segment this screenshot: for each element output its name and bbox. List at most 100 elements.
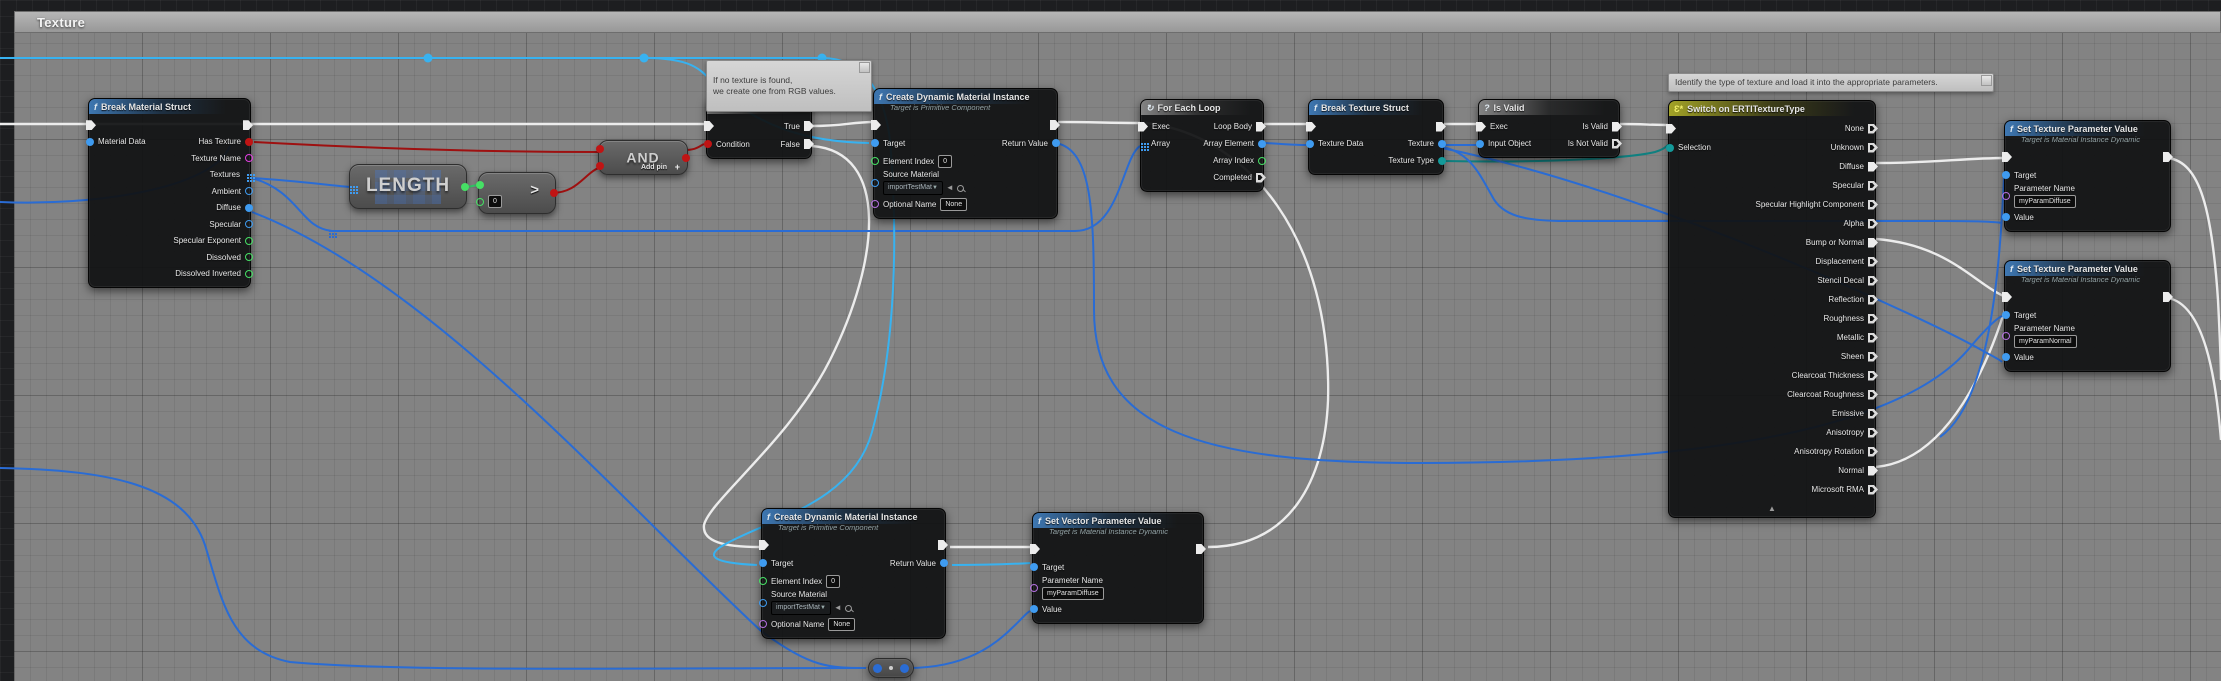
pin-exec-left-0[interactable]	[2000, 288, 2079, 306]
array-pin-icon[interactable]	[350, 186, 352, 188]
node-is-valid[interactable]: ?Is ValidExecInput ObjectIs ValidIs Not …	[1478, 99, 1620, 158]
pin-texture-data[interactable]: Texture Data	[1304, 135, 1365, 152]
comment-resize-handle[interactable]	[1981, 75, 1992, 86]
node-switch-on-ertitexturetype[interactable]: Ɛ*Switch on ERTITextureTypeSelectionNone…	[1668, 100, 1876, 518]
pin-target[interactable]: Target	[757, 554, 857, 572]
exec-pin-icon[interactable]	[1196, 544, 1206, 554]
pin-value[interactable]: Value	[2000, 348, 2079, 366]
exec-pin-icon[interactable]	[1868, 390, 1878, 400]
green-pin-icon[interactable]	[245, 237, 253, 245]
pin-target[interactable]: Target	[1028, 558, 1106, 576]
pin-exec-right-0[interactable]	[2161, 148, 2175, 166]
pin-exec-left-0[interactable]	[2000, 148, 2078, 166]
add-pin-plus-icon[interactable]: +	[675, 162, 680, 172]
node-reroute[interactable]	[868, 658, 914, 678]
red-pin-icon[interactable]	[596, 145, 604, 153]
pin-texture-name[interactable]: Texture Name	[189, 150, 255, 167]
array-pin-icon[interactable]	[1141, 143, 1143, 145]
exec-pin-icon[interactable]	[243, 120, 253, 130]
pin-red-left-1[interactable]	[594, 158, 606, 175]
pin-element-index[interactable]: Element Index0	[869, 152, 969, 170]
green-pin-icon[interactable]	[871, 157, 879, 165]
node-length[interactable]: LENGTH	[349, 164, 467, 209]
node-header[interactable]: fSet Vector Parameter Value	[1033, 513, 1203, 528]
green-pin-icon[interactable]	[476, 198, 484, 206]
blue-pin-icon[interactable]	[2002, 213, 2010, 221]
pin-displacement[interactable]: Displacement	[1814, 252, 1880, 271]
pin-diffuse[interactable]: Diffuse	[1837, 157, 1880, 176]
pin-dissolved[interactable]: Dissolved	[204, 249, 255, 266]
red-pin-icon[interactable]	[550, 189, 558, 197]
array-wire-marker[interactable]	[329, 230, 331, 232]
exec-pin-icon[interactable]	[1868, 257, 1878, 267]
pin-red-right-0[interactable]	[548, 185, 560, 202]
red-pin-icon[interactable]	[704, 140, 712, 148]
collapse-pins-arrow[interactable]: ▲	[1669, 504, 1875, 517]
use-selected-asset-icon[interactable]: ◄	[834, 604, 842, 612]
blue-pin-icon[interactable]	[245, 220, 253, 228]
wire-white[interactable]	[1876, 300, 2008, 467]
pin-selection[interactable]: Selection	[1664, 138, 1713, 157]
node-header[interactable]: fSet Texture Parameter Value	[2005, 261, 2170, 276]
pin-texture[interactable]: Texture	[1406, 135, 1448, 152]
pin-material-data[interactable]: Material Data	[84, 134, 148, 151]
pin-textures[interactable]: Textures	[208, 167, 255, 184]
blue-pin-icon[interactable]	[2002, 353, 2010, 361]
blue-pin-icon[interactable]	[1438, 140, 1446, 148]
blue-pin-icon[interactable]	[1030, 563, 1038, 571]
pin-source-material[interactable]: Source MaterialimportTestMat▼◄	[869, 170, 969, 195]
exec-pin-icon[interactable]	[704, 121, 714, 131]
pin-normal[interactable]: Normal	[1836, 461, 1880, 480]
wire-blue[interactable]	[0, 468, 866, 669]
use-selected-asset-icon[interactable]: ◄	[946, 184, 954, 192]
pin-condition[interactable]: Condition	[702, 135, 752, 153]
exec-pin-icon[interactable]	[2002, 152, 2012, 162]
exec-pin-icon[interactable]	[1868, 181, 1878, 191]
exec-pin-icon[interactable]	[938, 540, 948, 550]
pin-ambient[interactable]: Ambient	[210, 183, 255, 200]
value-input[interactable]: 0	[938, 155, 952, 168]
exec-pin-icon[interactable]	[1050, 120, 1060, 130]
exec-pin-icon[interactable]	[1306, 122, 1316, 132]
pin-sheen[interactable]: Sheen	[1839, 347, 1880, 366]
node-header[interactable]: fBreak Material Struct	[89, 99, 250, 114]
node-break-texture-struct[interactable]: fBreak Texture StructTexture DataTexture…	[1308, 99, 1444, 175]
exec-pin-icon[interactable]	[1476, 122, 1486, 132]
exec-pin-icon[interactable]	[804, 139, 814, 149]
pin-target[interactable]: Target	[2000, 306, 2079, 324]
pin-optional-name[interactable]: Optional NameNone	[869, 195, 969, 213]
node-set-texture-parameter-value-1[interactable]: fSet Texture Parameter ValueTarget is Ma…	[2004, 120, 2171, 232]
pin-exec-right-0[interactable]	[1194, 540, 1208, 558]
dropdown-caret-icon[interactable]: ▼	[932, 185, 938, 191]
exec-pin-icon[interactable]	[2163, 292, 2173, 302]
blue-pin-icon[interactable]	[1258, 140, 1266, 148]
pin-exec-right-0[interactable]	[936, 536, 950, 554]
wire-white[interactable]	[704, 146, 869, 547]
pin-completed[interactable]: Completed	[1211, 169, 1268, 186]
pin-array-element[interactable]: Array Element	[1201, 135, 1268, 152]
blue-pin-icon[interactable]	[86, 138, 94, 146]
pin-clearcoat-roughness[interactable]: Clearcoat Roughness	[1785, 385, 1880, 404]
blue-pin-icon[interactable]	[2002, 171, 2010, 179]
pin-texture-type[interactable]: Texture Type	[1386, 152, 1448, 169]
pin-microsoft-rma[interactable]: Microsoft RMA	[1810, 480, 1880, 499]
exec-pin-icon[interactable]	[2163, 152, 2173, 162]
wire-blue[interactable]	[1940, 178, 2004, 437]
pin-exec[interactable]: Exec	[1474, 118, 1533, 135]
dropdown-caret-icon[interactable]: ▼	[820, 605, 826, 611]
pin-diffuse[interactable]: Diffuse	[214, 200, 255, 217]
magenta-pin-icon[interactable]	[245, 154, 253, 162]
pin-exec-right-0[interactable]	[2161, 288, 2175, 306]
pin-exec-right-0[interactable]	[241, 117, 255, 134]
pin-clearcoat-thickness[interactable]: Clearcoat Thickness	[1790, 366, 1880, 385]
pin-unknown[interactable]: Unknown	[1829, 138, 1880, 157]
exec-pin-icon[interactable]	[2002, 292, 2012, 302]
pin-exec-right-0[interactable]	[1048, 116, 1062, 134]
purple-pin-icon[interactable]	[759, 620, 767, 628]
exec-pin-icon[interactable]	[1256, 173, 1266, 183]
green-pin-icon[interactable]	[245, 253, 253, 261]
exec-pin-icon[interactable]	[1868, 466, 1878, 476]
pin-metallic[interactable]: Metallic	[1835, 328, 1880, 347]
pin-red-right-0[interactable]	[680, 149, 692, 166]
pin-specular[interactable]: Specular	[207, 216, 255, 233]
